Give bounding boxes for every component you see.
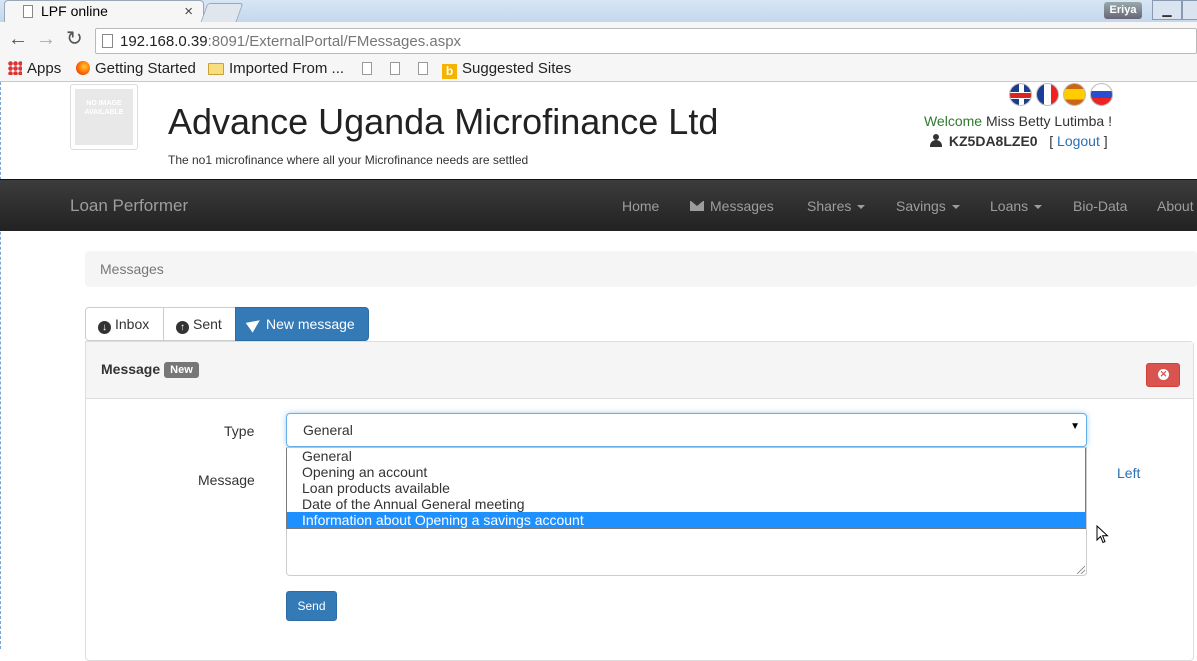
bookmark-page-1[interactable] (362, 60, 377, 77)
type-select[interactable]: General ▼ (286, 413, 1087, 447)
bookmark-imported[interactable]: Imported From ... (208, 60, 344, 77)
arrow-up-circle-icon: ↑ (176, 321, 189, 334)
panel-header: Message New ✕ (86, 342, 1193, 399)
bookmark-apps[interactable]: Apps (8, 60, 61, 77)
bookmark-suggested-sites[interactable]: b Suggested Sites (442, 60, 571, 79)
page-icon (418, 62, 428, 75)
type-dropdown-list: General Opening an account Loan products… (286, 448, 1086, 529)
reload-icon[interactable]: ↻ (66, 28, 83, 50)
sent-button[interactable]: ↑ Sent (163, 307, 236, 341)
page-edge (0, 82, 1, 649)
type-option[interactable]: Opening an account (287, 464, 1085, 480)
envelope-icon (690, 201, 704, 211)
nav-shares[interactable]: Shares (807, 198, 866, 214)
spain-flag-icon[interactable] (1063, 83, 1086, 106)
navbar-brand[interactable]: Loan Performer (70, 196, 188, 216)
close-panel-button[interactable]: ✕ (1146, 363, 1180, 387)
folder-icon (208, 63, 224, 75)
user-code: KZ5DA8LZE0 (948, 133, 1038, 149)
tab-title: LPF online (41, 3, 108, 19)
page-icon (23, 5, 33, 18)
nav-biodata[interactable]: Bio-Data (1073, 198, 1127, 214)
nav-loans[interactable]: Loans (990, 198, 1043, 214)
forward-arrow-icon[interactable]: → (36, 28, 56, 50)
type-option[interactable]: Date of the Annual General meeting (287, 496, 1085, 512)
inbox-button[interactable]: ↓ Inbox (85, 307, 164, 341)
browser-tab-strip: LPF online × Eriya ▁ (0, 0, 1197, 23)
page-icon (102, 34, 113, 48)
type-option[interactable]: General (287, 448, 1085, 464)
panel-title: Message New (101, 361, 199, 378)
firefox-icon (76, 61, 90, 75)
org-logo: NO IMAGE AVAILABLE (70, 84, 138, 150)
caret-down-icon (857, 205, 866, 209)
bookmarks-bar: Apps Getting Started Imported From ... b… (0, 57, 1197, 82)
bookmark-page-3[interactable] (418, 60, 433, 77)
nav-savings[interactable]: Savings (896, 198, 960, 214)
type-option-highlighted[interactable]: Information about Opening a savings acco… (287, 512, 1085, 528)
window-maximize-button[interactable] (1182, 0, 1197, 20)
url-text: 192.168.0.39:8091/ExternalPortal/FMessag… (120, 33, 462, 50)
caret-down-icon (1034, 205, 1043, 209)
apps-grid-icon (8, 61, 22, 75)
user-icon (930, 134, 942, 147)
new-message-button[interactable]: New message (235, 307, 369, 341)
nav-messages[interactable]: Messages (690, 198, 774, 214)
france-flag-icon[interactable] (1036, 83, 1059, 106)
window-minimize-button[interactable]: ▁ (1152, 0, 1182, 20)
caret-down-icon (951, 205, 960, 209)
logo-placeholder: NO IMAGE AVAILABLE (75, 89, 133, 145)
org-name: Advance Uganda Microfinance Ltd (168, 101, 719, 142)
breadcrumb: Messages (85, 251, 1197, 287)
arrow-down-circle-icon: ↓ (98, 321, 111, 334)
resize-grip-icon[interactable] (1077, 566, 1085, 574)
send-button[interactable]: Send (286, 591, 337, 621)
nav-about[interactable]: About (1157, 198, 1194, 214)
page-icon (390, 62, 400, 75)
bookmark-page-2[interactable] (390, 60, 405, 77)
type-label: Type (224, 423, 255, 439)
welcome-text: Welcome Miss Betty Lutimba ! (923, 113, 1112, 129)
uk-flag-icon[interactable] (1009, 83, 1032, 106)
main-navbar: Loan Performer Home Messages Shares Savi… (0, 179, 1197, 231)
user-line: KZ5DA8LZE0 [ Logout ] (930, 133, 1108, 149)
characters-left-label: Left (1117, 465, 1141, 481)
message-label: Message (198, 472, 255, 488)
type-select-value: General (303, 422, 353, 438)
type-option[interactable]: Loan products available (287, 480, 1085, 496)
close-icon: ✕ (1158, 369, 1169, 380)
dropdown-arrow-icon: ▼ (1070, 421, 1080, 432)
browser-tab-active[interactable]: LPF online × (4, 0, 204, 23)
back-arrow-icon[interactable]: ← (8, 28, 28, 50)
tab-close-icon[interactable]: × (184, 3, 193, 20)
new-tab-button[interactable] (200, 3, 244, 22)
page-icon (362, 62, 372, 75)
breadcrumb-current: Messages (100, 261, 164, 277)
bing-icon: b (442, 64, 457, 79)
nav-home[interactable]: Home (622, 198, 659, 214)
send-icon (245, 315, 264, 333)
russia-flag-icon[interactable] (1090, 83, 1113, 106)
org-tagline: The no1 microfinance where all your Micr… (168, 153, 529, 167)
bookmark-getting-started[interactable]: Getting Started (76, 60, 196, 77)
logout-link[interactable]: Logout (1057, 133, 1100, 149)
browser-user-badge[interactable]: Eriya (1104, 2, 1142, 19)
address-bar[interactable]: 192.168.0.39:8091/ExternalPortal/FMessag… (95, 28, 1197, 54)
new-badge: New (164, 362, 199, 378)
